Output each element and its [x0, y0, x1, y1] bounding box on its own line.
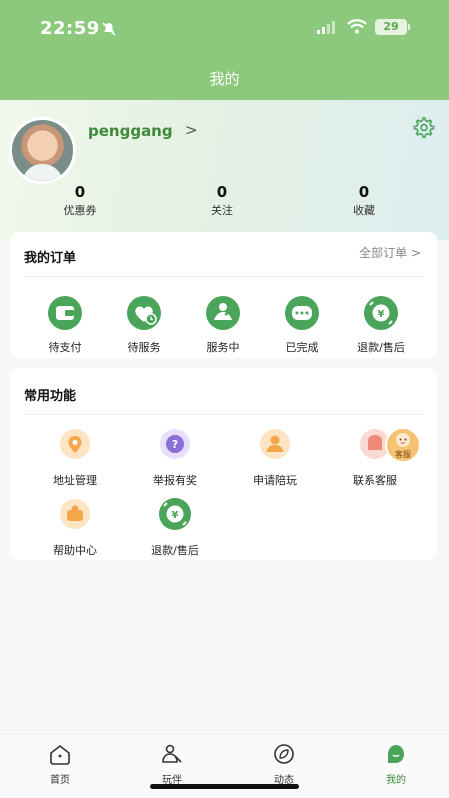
func-refund-label: 退款/售后 [151, 544, 199, 557]
order-completed-label: 已完成 [285, 341, 319, 354]
wifi-icon [347, 19, 367, 34]
refund-icon: ¥ [364, 296, 398, 330]
status-time: 22:59 [40, 18, 100, 39]
svg-text:¥: ¥ [378, 309, 385, 320]
order-in-service[interactable]: 服务中 [178, 291, 268, 355]
orders-title: 我的订单 [24, 251, 77, 266]
home-icon [50, 745, 70, 765]
stat-favorites-label: 收藏 [353, 204, 375, 217]
order-pending-payment[interactable]: 待支付 [20, 291, 110, 355]
stat-favorites[interactable]: 0 收藏 [319, 183, 409, 218]
stat-favorites-value: 0 [358, 183, 370, 201]
order-pending-service-label: 待服务 [127, 341, 161, 354]
report-icon: ? [160, 429, 190, 459]
stat-following-label: 关注 [211, 204, 233, 217]
home-indicator [150, 784, 299, 789]
customer-service-badge-label: 客服 [395, 450, 411, 459]
companion-icon [162, 744, 182, 763]
chat-bubble-icon [285, 296, 319, 330]
help-center-icon [60, 499, 90, 529]
person-apply-icon [260, 429, 290, 459]
stat-coupons[interactable]: 0 优惠券 [35, 183, 125, 218]
gear-icon[interactable] [413, 117, 435, 139]
functions-title: 常用功能 [24, 389, 77, 404]
order-in-service-label: 服务中 [206, 341, 240, 354]
func-refund[interactable]: ¥ 退款/售后 [130, 494, 220, 558]
tab-home[interactable]: 首页 [30, 743, 90, 786]
tab-companion[interactable]: 玩伴 [142, 743, 202, 786]
nav-header: 我的 [0, 58, 449, 100]
func-help-center[interactable]: 帮助中心 [30, 494, 120, 558]
refund-icon: ¥ [159, 498, 191, 530]
func-help-center-label: 帮助中心 [53, 544, 97, 557]
tab-moments[interactable]: 动态 [254, 743, 314, 786]
order-completed[interactable]: 已完成 [257, 291, 347, 355]
functions-divider [24, 414, 423, 415]
stat-coupons-label: 优惠券 [63, 204, 97, 217]
order-pending-payment-label: 待支付 [48, 341, 82, 354]
order-refund-label: 退款/售后 [357, 341, 405, 354]
svg-text:?: ? [172, 438, 178, 451]
battery-tip [408, 24, 410, 30]
service-icon [206, 296, 240, 330]
stat-coupons-value: 0 [74, 183, 86, 201]
func-apply-companion-label: 申请陪玩 [253, 474, 297, 487]
tab-home-label: 首页 [50, 775, 70, 786]
clock-icon [127, 296, 161, 330]
bell-muted-icon [102, 22, 116, 36]
svg-text:¥: ¥ [172, 510, 179, 521]
func-customer-service-label: 联系客服 [353, 474, 397, 487]
orders-divider [24, 276, 423, 277]
customer-service-badge[interactable]: 客服 [385, 427, 421, 463]
status-bar: 22:59 29 [0, 0, 449, 58]
wallet-icon [48, 296, 82, 330]
avatar[interactable] [9, 117, 76, 184]
all-orders-link[interactable]: 全部订单 > [359, 244, 421, 261]
battery-indicator: 29 [375, 19, 407, 35]
username[interactable]: penggang [88, 122, 173, 140]
func-address-label: 地址管理 [53, 474, 97, 487]
avatar-shirt [22, 164, 63, 181]
stat-following-value: 0 [216, 183, 228, 201]
profile-section [0, 100, 449, 240]
mine-icon [388, 745, 404, 763]
leaf-icon [274, 744, 294, 764]
order-refund[interactable]: ¥ 退款/售后 [336, 291, 426, 355]
func-report-label: 举报有奖 [153, 474, 197, 487]
func-apply-companion[interactable]: 申请陪玩 [230, 424, 320, 488]
func-report[interactable]: ? 举报有奖 [130, 424, 220, 488]
page-title: 我的 [209, 70, 240, 88]
profile-chevron-icon[interactable]: > [185, 121, 198, 139]
order-pending-service[interactable]: 待服务 [99, 291, 189, 355]
func-address[interactable]: 地址管理 [30, 424, 120, 488]
signal-icon [317, 21, 335, 34]
tab-mine-label: 我的 [386, 775, 406, 786]
stat-following[interactable]: 0 关注 [177, 183, 267, 218]
location-icon [60, 429, 90, 459]
tab-mine[interactable]: 我的 [366, 743, 426, 786]
